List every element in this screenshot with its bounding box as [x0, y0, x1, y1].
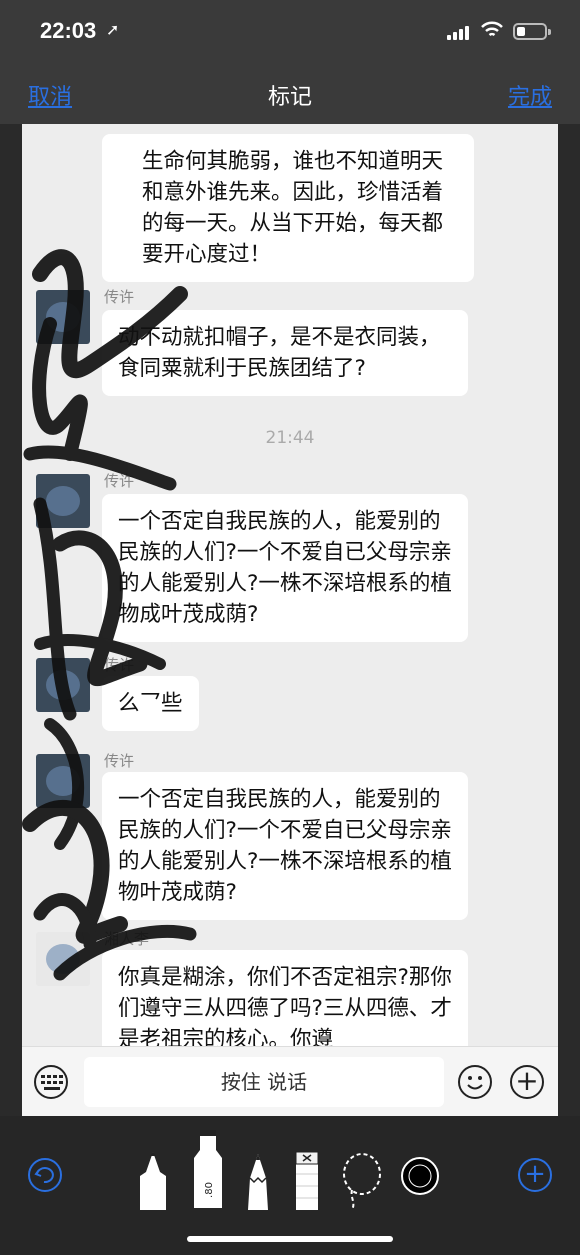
location-arrow-icon: ➚ — [106, 20, 120, 39]
avatar[interactable] — [36, 932, 90, 986]
add-shape-icon[interactable]: + — [518, 1158, 552, 1192]
avatar[interactable] — [36, 754, 90, 808]
message-text: 你真是糊涂，你们不否定祖宗?那你们遵守三从四德了吗?三从四德、才是老祖宗的核心。… — [118, 965, 452, 1046]
avatar[interactable] — [36, 658, 90, 712]
lasso-tool-icon[interactable] — [340, 1152, 384, 1212]
right-margin — [558, 124, 580, 1116]
status-bar: 22:03 ➚ — [0, 0, 580, 64]
message-text: 一个否定自我民族的人，能爱别的民族的人们?一个不爱自已父母宗亲的人能爱别人?一株… — [118, 787, 452, 905]
wifi-icon — [481, 21, 503, 37]
add-attachment-icon[interactable]: + — [510, 1065, 544, 1099]
battery-icon — [513, 23, 551, 40]
sender-name: 湘人李 — [104, 930, 150, 948]
message-bubble: 一个否定自我民族的人，能爱别的民族的人们?一个不爱自已父母宗亲的人能爱别人?一株… — [102, 772, 468, 920]
home-indicator[interactable] — [187, 1236, 393, 1242]
markup-navbar: 取消 标记 完成 — [0, 64, 580, 124]
pencil-tool-icon[interactable] — [244, 1152, 272, 1210]
message-text: 生命何其脆弱，谁也不知道明天和意外谁先来。因此，珍惜活着的每一天。从当下开始，每… — [142, 149, 444, 267]
avatar[interactable] — [36, 290, 90, 344]
pen-tool-icon[interactable] — [136, 1150, 170, 1210]
message-text: 动不动就扣帽子，是不是衣同装，食同粟就利于民族团结了? — [118, 325, 441, 381]
done-button[interactable]: 完成 — [508, 79, 552, 111]
eraser-tool-icon[interactable] — [294, 1150, 320, 1210]
chat-area[interactable]: 生命何其脆弱，谁也不知道明天和意外谁先来。因此，珍惜活着的每一天。从当下开始，每… — [22, 124, 558, 1046]
sender-name: 传许 — [104, 752, 135, 770]
message-text: 一个否定自我民族的人，能爱别的民族的人们?一个不爱自已父母宗亲的人能爱别人?一株… — [118, 509, 452, 627]
sender-name: 传许 — [104, 656, 135, 674]
marker-tool-icon[interactable]: .80 — [190, 1128, 226, 1208]
message-bubble: 你真是糊涂，你们不否定祖宗?那你们遵守三从四德了吗?三从四德、才是老祖宗的核心。… — [102, 950, 468, 1046]
message-bubble: 生命何其脆弱，谁也不知道明天和意外谁先来。因此，珍惜活着的每一天。从当下开始，每… — [102, 134, 474, 282]
emoji-icon[interactable] — [458, 1065, 492, 1099]
undo-icon[interactable] — [28, 1158, 62, 1192]
message-text: 么乛些 — [118, 691, 183, 716]
page-title: 标记 — [267, 85, 312, 110]
keyboard-icon[interactable] — [34, 1065, 68, 1099]
status-time: 22:03 — [40, 18, 97, 43]
left-margin — [0, 124, 22, 1116]
hold-to-talk-button[interactable]: 按住 说话 — [84, 1057, 444, 1107]
sender-name: 传许 — [104, 288, 135, 306]
message-bubble: 一个否定自我民族的人，能爱别的民族的人们?一个不爱自已父母宗亲的人能爱别人?一株… — [102, 494, 468, 642]
avatar[interactable] — [36, 474, 90, 528]
signal-icon — [447, 24, 469, 40]
color-picker-icon[interactable] — [400, 1156, 440, 1196]
message-bubble: 么乛些 — [102, 676, 199, 731]
sender-name: 传许 — [104, 472, 135, 490]
markup-toolbar: .80 + — [0, 1116, 580, 1255]
message-bubble: 动不动就扣帽子，是不是衣同装，食同粟就利于民族团结了? — [102, 310, 468, 396]
marker-label: .80 — [204, 1182, 215, 1198]
timestamp: 21:44 — [265, 428, 315, 448]
chat-input-bar: 按住 说话 + — [22, 1046, 558, 1116]
